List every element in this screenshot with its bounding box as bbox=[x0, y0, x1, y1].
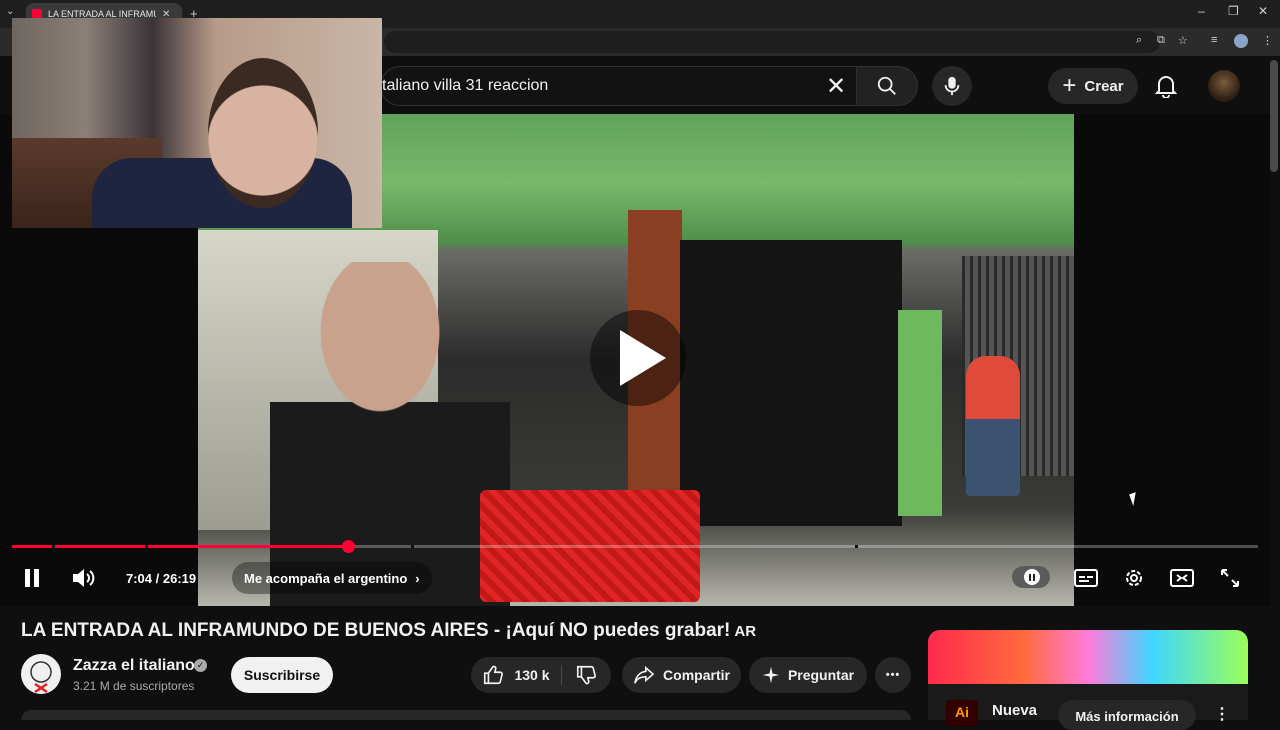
scrubber-handle[interactable] bbox=[342, 540, 355, 553]
subtitles-button[interactable] bbox=[1070, 562, 1102, 594]
webcam-person-face bbox=[208, 58, 318, 208]
ad-more-info-button[interactable]: Más información bbox=[1058, 700, 1196, 730]
video-scene-pillar bbox=[898, 310, 942, 516]
media-controls-icon[interactable]: ≡ bbox=[1211, 34, 1217, 46]
voice-search-button[interactable] bbox=[932, 66, 972, 106]
subscriber-count: 3.21 M de suscriptores bbox=[73, 679, 195, 693]
ask-button[interactable]: Preguntar bbox=[749, 657, 867, 693]
more-actions-button[interactable]: ••• bbox=[875, 657, 911, 693]
description-box[interactable] bbox=[21, 710, 911, 720]
tab-search-icon[interactable]: ⌄ bbox=[6, 6, 14, 17]
create-button[interactable]: + Crear bbox=[1048, 68, 1138, 104]
like-button[interactable]: 130 k bbox=[471, 657, 561, 693]
fullscreen-button[interactable] bbox=[1214, 562, 1246, 594]
account-avatar[interactable] bbox=[1208, 70, 1240, 102]
search-icon bbox=[877, 76, 896, 95]
time-total: 26:19 bbox=[162, 570, 197, 586]
profile-icon[interactable] bbox=[1234, 34, 1248, 48]
fullscreen-icon bbox=[1221, 569, 1239, 587]
install-app-icon[interactable]: ⧉ bbox=[1157, 34, 1165, 47]
channel-face-icon bbox=[30, 661, 52, 694]
channel-avatar[interactable] bbox=[21, 654, 61, 694]
theater-mode-icon bbox=[1170, 569, 1194, 587]
microphone-icon bbox=[944, 76, 960, 96]
window-close-icon[interactable]: ✕ bbox=[1258, 4, 1268, 18]
video-scene-person bbox=[270, 262, 510, 606]
ad-menu-icon[interactable]: ⋮ bbox=[1214, 704, 1230, 724]
autoplay-toggle[interactable] bbox=[1012, 566, 1050, 588]
maximize-icon[interactable]: ❐ bbox=[1228, 4, 1239, 18]
chapter-title: Me acompaña el argentino bbox=[244, 570, 408, 586]
gear-icon bbox=[1126, 570, 1142, 586]
page-scrollbar[interactable] bbox=[1270, 60, 1278, 172]
theater-mode-button[interactable] bbox=[1166, 562, 1198, 594]
address-bar[interactable] bbox=[384, 31, 1160, 53]
video-title-text: LA ENTRADA AL INFRAMUNDO DE BUENOS AIRES… bbox=[21, 620, 731, 641]
chapter-marker bbox=[52, 545, 55, 548]
pause-button[interactable] bbox=[16, 562, 48, 594]
pause-icon bbox=[25, 569, 39, 587]
autoplay-pause-icon bbox=[1024, 569, 1040, 585]
share-button[interactable]: Compartir bbox=[622, 657, 741, 693]
create-label: Crear bbox=[1084, 77, 1124, 95]
more-actions-icon: ••• bbox=[885, 669, 901, 681]
thumbs-up-icon bbox=[484, 665, 504, 685]
video-title: LA ENTRADA AL INFRAMUNDO DE BUENOS AIRES… bbox=[21, 620, 756, 642]
time-separator: / bbox=[152, 570, 163, 586]
zoom-icon[interactable]: ⌕ bbox=[1136, 34, 1142, 47]
search-button[interactable] bbox=[856, 66, 918, 106]
channel-name[interactable]: Zazza el italiano bbox=[73, 657, 195, 675]
browser-menu-icon[interactable]: ⋮ bbox=[1262, 34, 1273, 47]
verified-icon: ✓ bbox=[194, 659, 207, 672]
chapter-marker bbox=[411, 545, 414, 548]
chapter-marker bbox=[145, 545, 148, 548]
webcam-overlay bbox=[12, 18, 382, 228]
thumbs-down-icon bbox=[576, 665, 596, 685]
time-display: 7:04 / 26:19 bbox=[118, 564, 204, 592]
time-current: 7:04 bbox=[126, 570, 153, 586]
play-icon bbox=[620, 330, 666, 386]
big-play-button[interactable] bbox=[590, 310, 686, 406]
video-title-badge: AR bbox=[734, 623, 757, 640]
volume-icon bbox=[73, 569, 95, 587]
chevron-right-icon: › bbox=[415, 570, 420, 586]
settings-button[interactable] bbox=[1118, 562, 1150, 594]
minimize-icon[interactable]: – bbox=[1198, 4, 1205, 18]
progress-played bbox=[12, 545, 348, 548]
subtitles-icon bbox=[1074, 569, 1098, 587]
dislike-button[interactable] bbox=[562, 657, 610, 693]
like-count: 130 k bbox=[514, 667, 550, 683]
subscribe-button[interactable]: Suscribirse bbox=[231, 657, 333, 693]
bookmark-star-icon[interactable]: ☆ bbox=[1178, 34, 1188, 47]
volume-button[interactable] bbox=[68, 562, 100, 594]
ad-banner-image[interactable] bbox=[928, 630, 1248, 684]
notifications-button[interactable] bbox=[1150, 70, 1182, 102]
share-label: Compartir bbox=[663, 667, 730, 683]
search-query-text: taliano villa 31 reaccion bbox=[382, 77, 549, 94]
share-icon bbox=[634, 665, 655, 684]
clear-search-icon[interactable]: ✕ bbox=[826, 72, 846, 101]
ad-logo: Ai bbox=[946, 700, 978, 726]
plus-icon: + bbox=[1062, 72, 1077, 99]
ad-title: Nueva bbox=[992, 702, 1038, 719]
bell-icon bbox=[1155, 76, 1177, 98]
ask-label: Preguntar bbox=[787, 667, 855, 683]
video-scene-gate bbox=[680, 240, 902, 526]
chapter-button[interactable]: Me acompaña el argentino › bbox=[232, 562, 432, 594]
video-scene-passerby bbox=[966, 356, 1020, 496]
sparkle-icon bbox=[762, 666, 780, 684]
chapter-marker bbox=[855, 545, 858, 548]
